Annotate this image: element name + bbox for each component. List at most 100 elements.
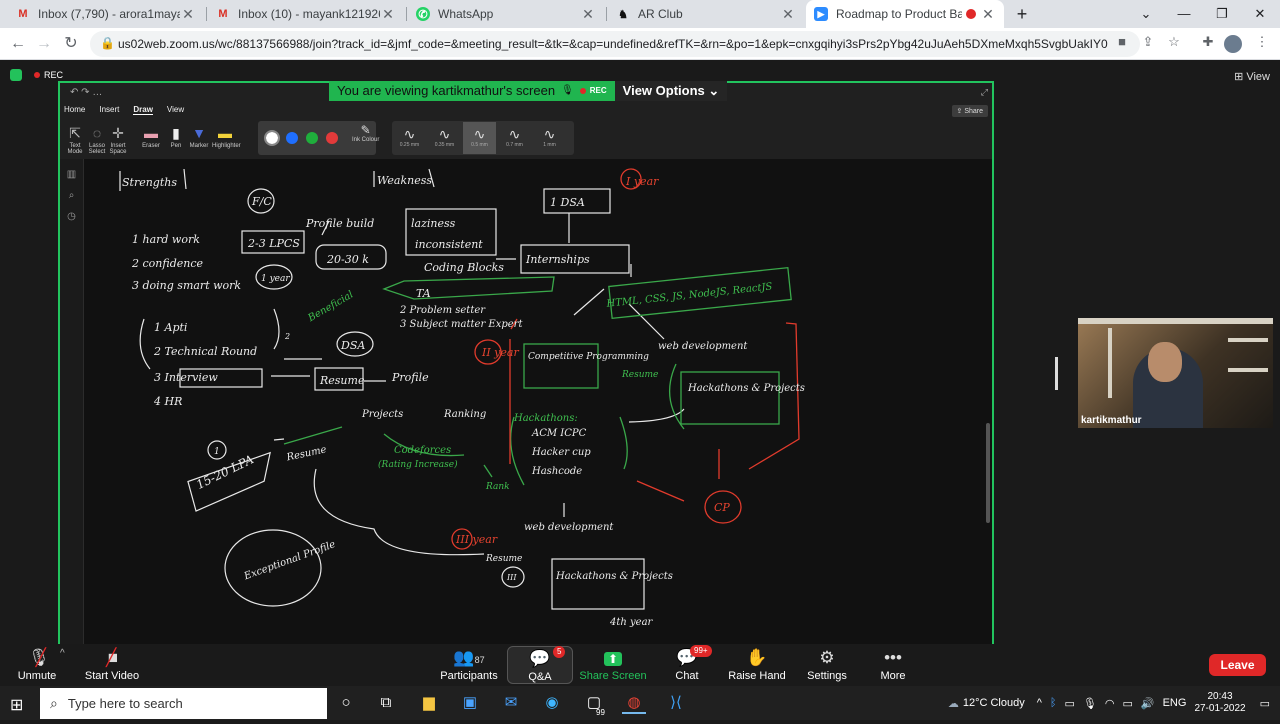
tab-title: AR Club bbox=[638, 7, 683, 21]
microphone-icon[interactable]: 🎙 bbox=[1083, 697, 1097, 710]
audio-options-caret-icon[interactable]: ^ bbox=[60, 648, 65, 659]
close-window-icon[interactable]: ✕ bbox=[1240, 0, 1280, 28]
vscode-icon[interactable]: ⟩⟨ bbox=[664, 692, 688, 714]
wifi-icon[interactable]: ◠ bbox=[1105, 697, 1115, 710]
scrollbar-thumb[interactable] bbox=[986, 423, 990, 523]
tab-gmail-2[interactable]: M Inbox (10) - mayank1219263@jm ✕ bbox=[208, 0, 404, 28]
width-option[interactable]: ∿ 0.25 mm bbox=[393, 122, 426, 154]
search-placeholder: Type here to search bbox=[67, 696, 183, 711]
participants-icon: 👥87 bbox=[453, 648, 485, 667]
tab-insert[interactable]: Insert bbox=[99, 105, 119, 115]
more-button[interactable]: ••• More bbox=[858, 646, 928, 682]
battery-icon[interactable]: ▭ bbox=[1122, 697, 1132, 710]
camera-blocked-icon[interactable]: ■ bbox=[1112, 34, 1132, 49]
color-blue-swatch[interactable] bbox=[286, 132, 298, 144]
tab-draw[interactable]: Draw bbox=[133, 105, 153, 115]
tab-view[interactable]: View bbox=[167, 105, 184, 115]
participant-video-tile[interactable]: kartikmathur bbox=[1078, 318, 1273, 428]
new-tab-icon[interactable]: + bbox=[1002, 0, 1042, 28]
color-white-swatch[interactable] bbox=[264, 130, 280, 146]
url-field[interactable]: 🔒 us02web.zoom.us/wc/88137566988/join?tr… bbox=[90, 31, 1140, 57]
task-view-icon[interactable]: ⧉ bbox=[374, 692, 398, 714]
close-tab-icon[interactable]: ✕ bbox=[780, 6, 796, 23]
show-hidden-icons-icon[interactable]: ^ bbox=[1037, 697, 1042, 709]
color-green-swatch[interactable] bbox=[306, 132, 318, 144]
note-text: 1 DSA bbox=[550, 196, 585, 209]
notifications-icon[interactable]: ▭ bbox=[1260, 697, 1270, 710]
search-icon[interactable]: ⌕ bbox=[60, 190, 83, 201]
close-tab-icon[interactable]: ✕ bbox=[180, 6, 196, 23]
tab-arclub[interactable]: ♞ AR Club ✕ bbox=[608, 0, 804, 28]
share-page-icon[interactable]: ⇪ bbox=[1138, 34, 1158, 50]
app-badge: 99 bbox=[596, 708, 605, 717]
tab-gmail-1[interactable]: M Inbox (7,790) - arora1mayank@g ✕ bbox=[8, 0, 204, 28]
marker-tool[interactable]: ▼ Marker bbox=[186, 123, 212, 149]
chat-button[interactable]: 💬 99+ Chat bbox=[652, 645, 722, 682]
volume-icon[interactable]: 🔊 bbox=[1141, 697, 1155, 710]
share-button[interactable]: ⇪ Share bbox=[951, 105, 988, 117]
leave-button[interactable]: Leave bbox=[1209, 654, 1266, 676]
screen-share-banner: You are viewing kartikmathur's screen 🎙 … bbox=[329, 81, 728, 101]
menu-kebab-icon[interactable]: ⋮ bbox=[1252, 34, 1272, 50]
width-option[interactable]: ∿ 0.35 mm bbox=[428, 122, 461, 154]
participants-button[interactable]: 👥87 Participants bbox=[434, 646, 504, 682]
tray-app-icon[interactable]: ▭ bbox=[1065, 697, 1075, 710]
recent-icon[interactable]: ◷ bbox=[60, 211, 83, 222]
mail-icon[interactable]: ✉ bbox=[499, 692, 523, 714]
reload-icon[interactable]: ↻ bbox=[59, 32, 83, 56]
close-tab-icon[interactable]: ✕ bbox=[580, 6, 596, 23]
taskbar-search-box[interactable]: ⌕ Type here to search bbox=[40, 688, 327, 719]
tab-search-icon[interactable]: ⌄ bbox=[1126, 0, 1166, 28]
width-option-selected[interactable]: ∿ 0.5 mm bbox=[463, 122, 496, 154]
raise-hand-button[interactable]: ✋ Raise Hand bbox=[722, 646, 792, 682]
whiteboard-canvas[interactable]: Strengths F/C Weakness laziness inconsis… bbox=[84, 159, 988, 644]
windows-start-icon[interactable]: ⊞ bbox=[10, 695, 23, 715]
tab-home[interactable]: Home bbox=[64, 105, 85, 115]
language-indicator[interactable]: ENG bbox=[1163, 697, 1187, 709]
maximize-icon[interactable]: ❐ bbox=[1202, 0, 1242, 28]
chrome-icon[interactable]: ◍ bbox=[622, 692, 646, 714]
note-text: Strengths bbox=[122, 176, 177, 189]
tab-whatsapp[interactable]: ✆ WhatsApp ✕ bbox=[408, 0, 604, 28]
bluetooth-icon[interactable]: ᛒ bbox=[1050, 697, 1057, 709]
start-video-button[interactable]: ■╱ Start Video bbox=[77, 646, 147, 682]
color-red-swatch[interactable] bbox=[326, 132, 338, 144]
view-options-button[interactable]: View Options ⌄ bbox=[614, 81, 728, 101]
ink-colour-button[interactable]: ✎ Ink Colour bbox=[352, 123, 379, 143]
close-tab-icon[interactable]: ✕ bbox=[380, 6, 396, 23]
extensions-icon[interactable]: ✚ bbox=[1198, 34, 1218, 50]
eraser-icon: ▬ bbox=[144, 125, 158, 141]
notebooks-icon[interactable]: ▥ bbox=[60, 169, 83, 180]
qa-button[interactable]: 💬 5 Q&A bbox=[507, 646, 573, 684]
width-label: 0.35 mm bbox=[434, 142, 455, 148]
file-explorer-icon[interactable]: ▆ bbox=[417, 692, 441, 714]
insert-space-tool[interactable]: ✛ Insert Space bbox=[105, 123, 131, 155]
cortana-icon[interactable]: ○ bbox=[334, 692, 358, 714]
app-badge-icon[interactable]: ▢ 99 bbox=[582, 692, 606, 717]
close-tab-icon[interactable]: ✕ bbox=[980, 6, 996, 23]
tab-roadmap[interactable]: ▶ Roadmap to Product Based ✕ bbox=[806, 0, 1004, 28]
settings-button[interactable]: ⚙ Settings bbox=[792, 646, 862, 682]
eraser-tool[interactable]: ▬ Eraser bbox=[138, 123, 164, 149]
width-option[interactable]: ∿ 0.7 mm bbox=[498, 122, 531, 154]
weather-text[interactable]: 12°C Cloudy bbox=[963, 697, 1025, 709]
video-panel-handle[interactable] bbox=[1055, 357, 1058, 390]
clock[interactable]: 20:43 27-01-2022 bbox=[1194, 691, 1245, 715]
back-icon[interactable]: ← bbox=[6, 32, 30, 56]
profile-avatar[interactable] bbox=[1224, 35, 1242, 53]
edge-icon[interactable]: ◉ bbox=[540, 692, 564, 714]
ink-colour-icon: ✎ bbox=[360, 123, 371, 137]
bookmark-star-icon[interactable]: ☆ bbox=[1164, 34, 1184, 50]
width-option[interactable]: ∿ 1 mm bbox=[533, 122, 566, 154]
highlighter-tool[interactable]: ▬ Highlighter bbox=[212, 123, 241, 149]
expand-icon[interactable]: ⤢ bbox=[981, 87, 988, 98]
share-screen-button[interactable]: ⬆ Share Screen bbox=[578, 646, 648, 682]
minimize-icon[interactable]: — bbox=[1164, 0, 1204, 28]
video-off-icon: ■╱ bbox=[106, 648, 119, 667]
participant-head bbox=[1148, 342, 1182, 382]
note-text: 20-30 k bbox=[326, 253, 369, 266]
forward-icon[interactable]: → bbox=[32, 32, 56, 56]
view-button[interactable]: ⊞ View bbox=[1234, 70, 1270, 83]
undo-icon[interactable]: ↶ ↷ … bbox=[70, 87, 102, 98]
store-icon[interactable]: ▣ bbox=[458, 692, 482, 714]
